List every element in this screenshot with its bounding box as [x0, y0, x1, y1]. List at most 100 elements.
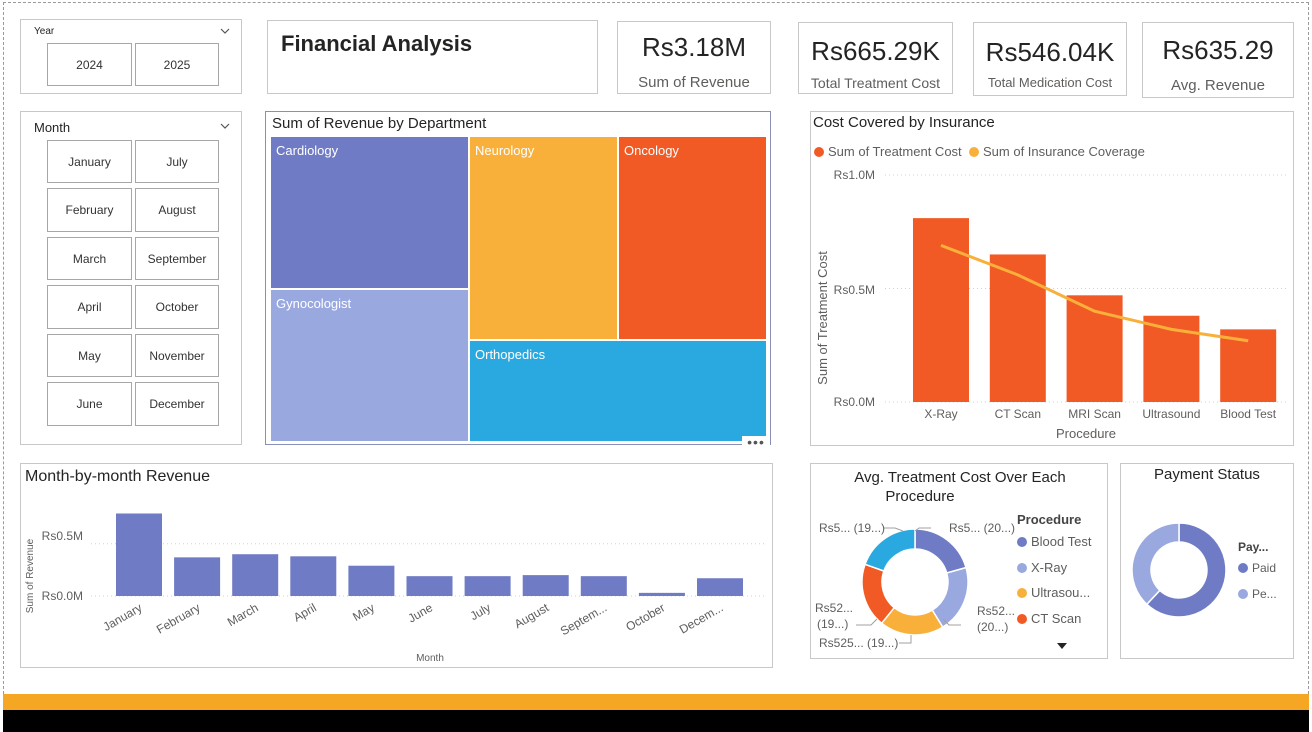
legend-dot	[1017, 536, 1027, 547]
y-tick-label: Rs1.0M	[834, 168, 875, 182]
monthly-revenue-title: Month-by-month Revenue	[25, 468, 210, 485]
revenue-bar[interactable]	[580, 576, 627, 596]
treemap-tile-orthopedics[interactable]: Orthopedics	[470, 341, 766, 441]
month-option-june[interactable]: June	[47, 382, 132, 426]
x-tick-label: February	[154, 600, 203, 636]
callout-label: (20...)	[977, 620, 1008, 634]
x-tick-label: April	[291, 600, 319, 624]
revenue-bar[interactable]	[116, 513, 162, 596]
legend-item[interactable]: CT Scan	[1017, 611, 1081, 626]
month-option-may[interactable]: May	[47, 334, 132, 377]
insurance-chart-title: Cost Covered by Insurance	[813, 114, 995, 131]
month-option-october[interactable]: October	[135, 285, 219, 329]
y-tick-label: Rs0.0M	[834, 395, 875, 409]
legend-item[interactable]: Pe...	[1238, 587, 1277, 601]
legend-dot	[969, 146, 979, 157]
tile-label: Neurology	[475, 143, 535, 158]
month-option-september[interactable]: September	[135, 237, 219, 280]
kpi-card-treatment-cost: Rs665.29K Total Treatment Cost	[798, 22, 953, 94]
legend-dot	[1017, 587, 1027, 598]
payment-donut-plot	[1131, 522, 1227, 618]
legend-item[interactable]: X-Ray	[1017, 560, 1067, 575]
revenue-bar[interactable]	[232, 554, 279, 596]
x-tick-label: MRI Scan	[1068, 407, 1121, 421]
payment-status-card[interactable]: Payment Status Pay... Paid Pe...	[1120, 463, 1294, 659]
legend-title: Pay...	[1238, 540, 1269, 554]
callout-label: Rs525... (19...)	[819, 636, 898, 650]
y-axis-title: Sum of Treatment Cost	[815, 251, 830, 385]
x-tick-label: CT Scan	[995, 407, 1041, 421]
page-title: Financial Analysis	[281, 31, 473, 56]
procedure-slice[interactable]	[861, 563, 896, 625]
procedure-slice[interactable]	[914, 528, 967, 574]
x-axis-title: Month	[416, 653, 444, 664]
kpi-label: Sum of Revenue	[638, 74, 750, 91]
revenue-bar[interactable]	[348, 565, 395, 596]
treemap-tile-neurology[interactable]: Neurology	[470, 137, 617, 339]
payment-status-title: Payment Status	[1154, 466, 1260, 483]
month-option-march[interactable]: March	[47, 237, 132, 280]
insurance-chart-plot: Sum of Treatment Cost Rs1.0M Rs0.5M Rs0.…	[815, 168, 1289, 441]
revenue-bar[interactable]	[464, 576, 511, 596]
more-options-icon[interactable]: •••	[742, 435, 770, 454]
x-tick-label: May	[350, 600, 377, 623]
treemap-card[interactable]: Sum of Revenue by Department Cardiology …	[265, 111, 771, 454]
revenue-bar[interactable]	[406, 576, 453, 596]
legend-item[interactable]: Paid	[1238, 561, 1276, 575]
monthly-revenue-card[interactable]: Month-by-month Revenue Sum of Revenue Rs…	[20, 463, 773, 668]
revenue-bar[interactable]	[638, 592, 685, 596]
legend-label: Ultrasou...	[1031, 585, 1091, 600]
x-tick-label: August	[512, 600, 552, 631]
chevron-down-icon[interactable]	[219, 120, 231, 132]
title-card: Financial Analysis	[267, 20, 598, 94]
legend-dot	[1017, 562, 1027, 573]
x-tick-label: June	[405, 600, 435, 625]
kpi-value: Rs665.29K	[811, 36, 940, 66]
x-tick-label: Decem...	[677, 600, 726, 636]
revenue-bar[interactable]	[290, 556, 337, 596]
x-tick-label: July	[468, 600, 493, 623]
tile-label: Orthopedics	[475, 347, 546, 362]
legend-title: Procedure	[1017, 512, 1082, 527]
revenue-bar[interactable]	[174, 557, 221, 596]
payment-slice[interactable]	[1131, 522, 1180, 606]
month-option-july[interactable]: July	[135, 140, 219, 183]
legend-label: X-Ray	[1031, 560, 1068, 575]
kpi-card-medication-cost: Rs546.04K Total Medication Cost	[973, 22, 1127, 96]
legend-item[interactable]: Blood Test	[1017, 534, 1091, 549]
month-option-january[interactable]: January	[47, 140, 132, 183]
month-option-august[interactable]: August	[135, 188, 219, 232]
month-option-november[interactable]: November	[135, 334, 219, 377]
procedure-donut-card[interactable]: Avg. Treatment Cost Over Each Procedure …	[810, 463, 1108, 659]
legend-dot	[1238, 563, 1248, 573]
callout-label: Rs52...	[815, 601, 853, 615]
legend-label: Paid	[1252, 561, 1277, 575]
treemap-tile-oncology[interactable]: Oncology	[619, 137, 766, 339]
treatment-cost-bar[interactable]	[989, 254, 1046, 402]
year-option-2024[interactable]: 2024	[47, 43, 132, 86]
treemap-tile-cardiology[interactable]: Cardiology	[271, 137, 468, 288]
procedure-slice[interactable]	[864, 528, 916, 572]
revenue-bar[interactable]	[697, 578, 743, 596]
footer-bar	[3, 710, 1309, 732]
monthly-revenue-plot: Sum of Revenue Rs0.5M Rs0.0M Month Janua…	[25, 513, 766, 664]
legend-dot	[814, 146, 824, 157]
callout-label: Rs52...	[977, 604, 1015, 618]
month-option-february[interactable]: February	[47, 188, 132, 232]
legend-item[interactable]: Ultrasou...	[1017, 585, 1090, 600]
kpi-value: Rs635.29	[1162, 35, 1274, 65]
treemap-title: Sum of Revenue by Department	[272, 115, 487, 132]
month-option-april[interactable]: April	[47, 285, 132, 329]
legend-dot	[1017, 613, 1027, 624]
title-line: Avg. Treatment Cost Over Each	[854, 469, 1066, 486]
chevron-down-icon[interactable]	[219, 25, 231, 37]
year-option-2025[interactable]: 2025	[135, 43, 219, 86]
legend-scroll-down-icon[interactable]	[1056, 642, 1068, 650]
tile-label: Cardiology	[276, 143, 339, 158]
x-tick-label: Ultrasound	[1142, 407, 1200, 421]
treemap-tile-gynocologist[interactable]: Gynocologist	[271, 290, 468, 441]
kpi-value: Rs546.04K	[985, 37, 1115, 67]
insurance-chart-card[interactable]: Cost Covered by Insurance Sum of Treatme…	[810, 111, 1294, 446]
revenue-bar[interactable]	[522, 575, 569, 596]
month-option-december[interactable]: December	[135, 382, 219, 426]
